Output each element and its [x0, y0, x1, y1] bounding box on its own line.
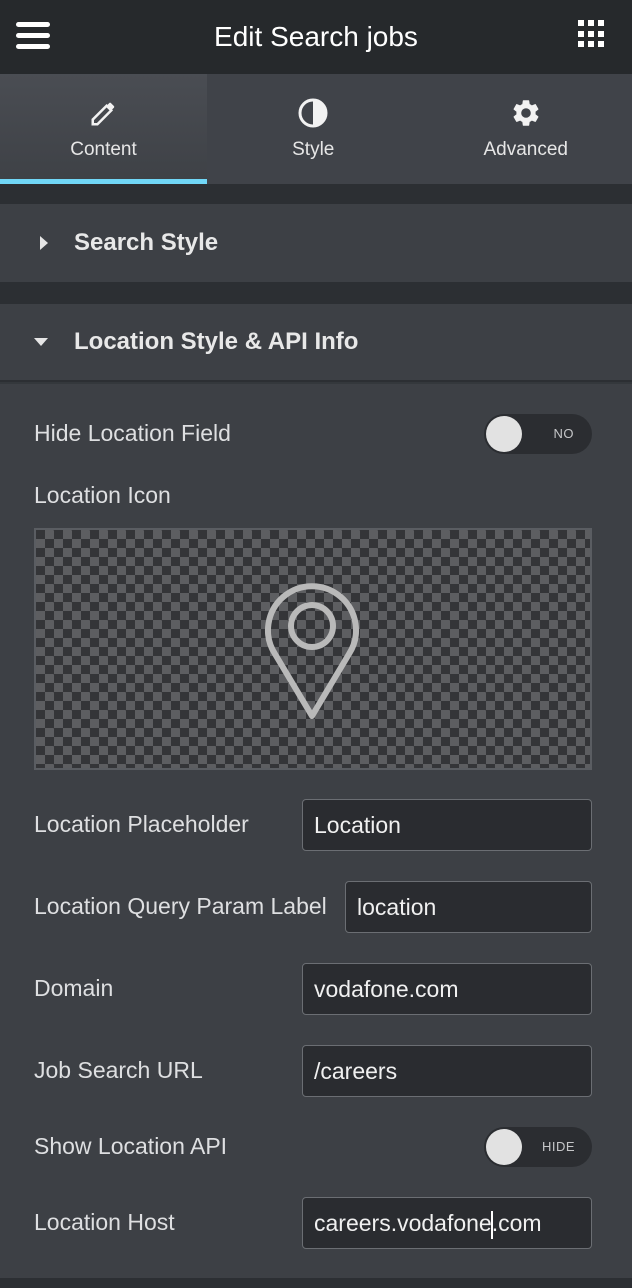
section-location-style-title: Location Style & API Info: [74, 328, 359, 355]
pencil-icon: [88, 97, 120, 129]
tab-style-label: Style: [292, 139, 335, 160]
section-divider: [0, 282, 632, 304]
location-host-value-start: careers.vodafone: [314, 1210, 492, 1236]
job-search-url-input[interactable]: /careers: [302, 1045, 592, 1097]
job-search-url-label: Job Search URL: [34, 1057, 203, 1083]
location-icon-picker[interactable]: [34, 528, 592, 770]
panel-title: Edit Search jobs: [214, 21, 418, 52]
caret-down-icon: [34, 338, 48, 346]
location-host-label: Location Host: [34, 1209, 175, 1235]
show-location-api-toggle[interactable]: HIDE: [484, 1127, 592, 1167]
editor-header: Edit Search jobs: [0, 0, 632, 74]
section-location-style[interactable]: Location Style & API Info: [0, 304, 632, 382]
toggle-state-text: NO: [553, 426, 574, 441]
location-host-value-end: .com: [491, 1210, 542, 1236]
tab-advanced-label: Advanced: [483, 139, 568, 160]
tab-style[interactable]: Style: [207, 74, 420, 184]
hide-location-field-toggle[interactable]: NO: [484, 414, 592, 454]
map-pin-icon: [265, 583, 359, 719]
grid-apps-icon[interactable]: [578, 20, 606, 48]
location-host-input[interactable]: careers.vodafone.com: [302, 1197, 592, 1249]
hide-location-field-label: Hide Location Field: [34, 420, 231, 446]
tab-advanced[interactable]: Advanced: [420, 74, 632, 184]
section-divider: [0, 1278, 632, 1288]
toggle-knob: [486, 416, 522, 452]
location-icon-label: Location Icon: [34, 482, 171, 508]
domain-label: Domain: [34, 975, 114, 1001]
section-divider: [0, 184, 632, 204]
domain-input[interactable]: vodafone.com: [302, 963, 592, 1015]
section-search-style[interactable]: Search Style: [0, 204, 632, 282]
half-circle-contrast-icon: [297, 97, 329, 129]
tab-content-label: Content: [70, 139, 137, 160]
location-placeholder-input[interactable]: Location: [302, 799, 592, 851]
panel-tabs: Content Style Advanced: [0, 74, 632, 184]
location-placeholder-label: Location Placeholder: [34, 811, 249, 837]
caret-right-icon: [40, 236, 48, 250]
section-search-style-title: Search Style: [74, 229, 219, 256]
toggle-knob: [486, 1129, 522, 1165]
gear-icon: [510, 97, 542, 129]
tab-content[interactable]: Content: [0, 74, 207, 184]
hamburger-menu-icon[interactable]: [16, 22, 52, 52]
toggle-state-text: HIDE: [541, 1139, 575, 1154]
location-query-param-label: Location Query Param Label: [34, 893, 327, 919]
location-query-param-input[interactable]: location: [345, 881, 592, 933]
show-location-api-label: Show Location API: [34, 1133, 228, 1159]
